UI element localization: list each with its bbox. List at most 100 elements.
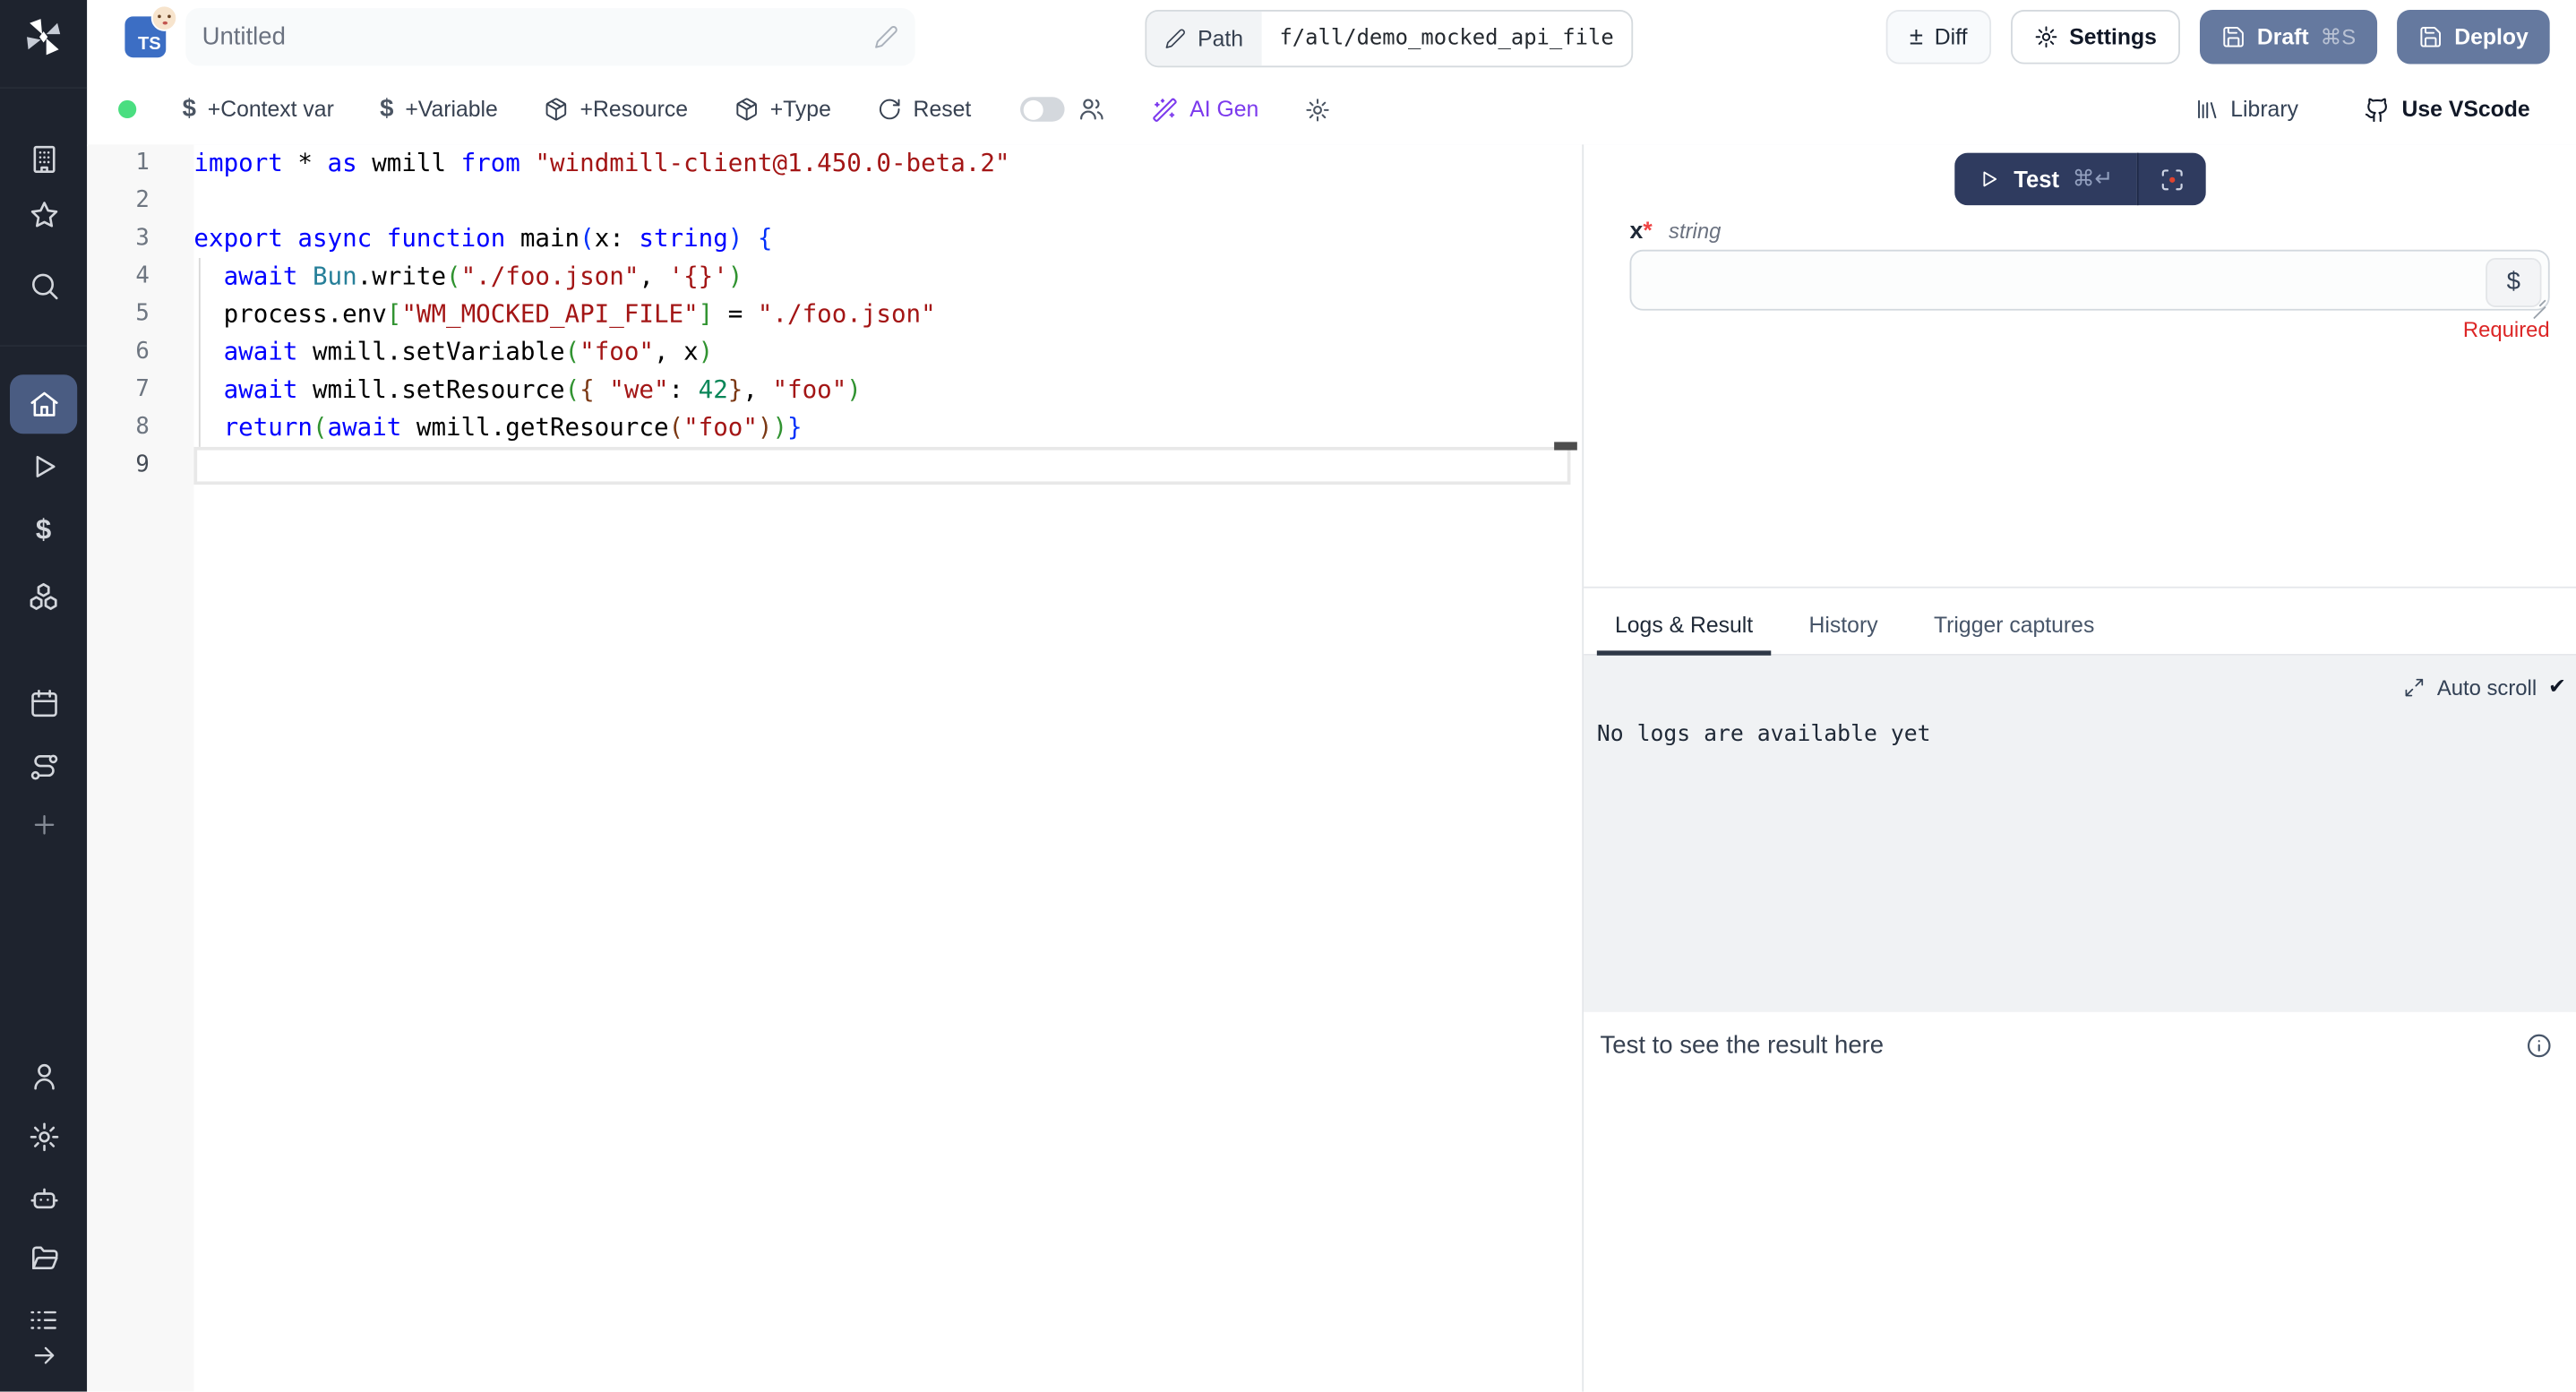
code-line[interactable]: return(await wmill.getResource("foo"))} [193, 409, 1582, 447]
diff-mode-toggle[interactable] [1020, 97, 1065, 122]
test-form-area: Test ⌘↵ x* string [1584, 144, 2576, 588]
code-line[interactable] [193, 183, 1582, 220]
overview-ruler-cursor-marker [1554, 442, 1577, 450]
code-line[interactable]: await wmill.setVariable("foo", x) [193, 333, 1582, 371]
code-line[interactable] [193, 447, 1582, 485]
multiplayer-users-icon[interactable] [1078, 95, 1105, 123]
info-icon[interactable] [2525, 1032, 2553, 1060]
no-logs-text: No logs are available yet [1597, 721, 1931, 747]
edit-title-pencil-icon[interactable] [874, 25, 899, 50]
draft-shortcut: ⌘S [2320, 24, 2356, 50]
sidebar-item-schedules[interactable] [0, 675, 87, 731]
gear-icon [1305, 96, 1331, 122]
test-button[interactable]: Test ⌘↵ [1954, 153, 2136, 206]
required-message: Required [2463, 317, 2550, 342]
sidebar-item-expand[interactable] [0, 1328, 87, 1383]
workspace-icon [27, 143, 60, 176]
bun-baby-emoji-icon [151, 5, 177, 31]
argument-type: string [1669, 219, 1721, 244]
code-editor[interactable]: 123456789 import * as wmill from "windmi… [87, 144, 1582, 1391]
script-title-field[interactable]: Untitled [185, 8, 914, 65]
logs-area: Auto scroll ✔ No logs are available yet [1584, 656, 2576, 1012]
code-line[interactable]: import * as wmill from "windmill-client@… [193, 144, 1582, 182]
sidebar-item-folders[interactable] [0, 1231, 87, 1286]
reset-button[interactable]: Reset [877, 97, 971, 122]
library-button[interactable]: Library [2194, 97, 2298, 122]
line-number: 1 [87, 144, 150, 182]
sidebar-item-workspace[interactable] [0, 132, 87, 187]
sidebar-item-create[interactable] [0, 797, 87, 853]
folders-icon [27, 1242, 60, 1276]
content-row: 123456789 import * as wmill from "windmi… [87, 144, 2576, 1391]
wand-sparkles-icon [1152, 96, 1178, 122]
add-variable-button[interactable]: $ +Variable [380, 95, 498, 123]
sidebar-divider [0, 87, 87, 89]
draft-button[interactable]: Draft ⌘S [2200, 10, 2377, 64]
sidebar-item-workers[interactable] [0, 1170, 87, 1225]
sidebar-item-routes[interactable] [0, 739, 87, 795]
result-area: Test to see the result here [1584, 1012, 2576, 1392]
result-placeholder: Test to see the result here [1601, 1032, 1885, 1060]
typescript-badge-label: TS [138, 35, 161, 55]
line-number: 5 [87, 296, 150, 333]
code-line[interactable]: await wmill.setResource({ "we": 42}, "fo… [193, 372, 1582, 409]
resize-handle[interactable] [2532, 292, 2547, 307]
use-vscode-button[interactable]: Use VScode [2364, 96, 2529, 122]
add-context-var-button[interactable]: $ +Context var [183, 95, 334, 123]
settings-gear-icon [27, 1121, 60, 1154]
path-value: f/all/demo_mocked_api_file [1261, 12, 1632, 66]
line-number: 3 [87, 220, 150, 258]
package-icon [544, 97, 569, 122]
edit-path-pencil-icon [1164, 28, 1186, 49]
expand-arrow-icon [29, 1341, 58, 1371]
add-resource-button[interactable]: +Resource [544, 97, 688, 122]
top-actions: ± Diff Settings Draft ⌘S Deploy [1886, 10, 2550, 64]
test-capture-button[interactable] [2136, 153, 2205, 206]
search-icon [27, 270, 60, 303]
sidebar-item-home[interactable] [10, 374, 77, 434]
diff-button[interactable]: ± Diff [1886, 10, 1990, 64]
sidebar-item-search[interactable] [0, 258, 87, 314]
sidebar-item-settings[interactable] [0, 1109, 87, 1164]
home-icon [27, 388, 60, 421]
package-icon [734, 97, 759, 122]
code-line[interactable]: process.env["WM_MOCKED_API_FILE"] = "./f… [193, 296, 1582, 333]
argument-input[interactable] [1631, 252, 2547, 309]
plus-minus-icon: ± [1910, 25, 1923, 50]
user-icon [27, 1060, 60, 1093]
argument-name: x* [1630, 219, 1653, 245]
windmill-app: $ [0, 0, 2576, 1392]
windmill-logo-icon[interactable] [21, 15, 66, 60]
deploy-button[interactable]: Deploy [2397, 10, 2550, 64]
script-settings-gear-button[interactable] [1305, 96, 1331, 122]
auto-scroll-toggle[interactable]: Auto scroll ✔ [2404, 674, 2566, 700]
sidebar-item-runs[interactable] [0, 439, 87, 494]
ai-gen-button[interactable]: AI Gen [1152, 96, 1258, 122]
plus-icon [29, 810, 58, 839]
settings-button[interactable]: Settings [2010, 10, 2179, 64]
status-dot [118, 100, 136, 118]
test-shortcut: ⌘↵ [2073, 166, 2114, 192]
editor-toolbar: $ +Context var $ +Variable +Resource +Ty… [87, 74, 2576, 147]
play-icon [1978, 168, 2001, 191]
sidebar-item-user[interactable] [0, 1048, 87, 1104]
check-icon: ✔ [2548, 674, 2566, 700]
variables-dollar-icon: $ [36, 514, 51, 547]
tab-logs-result[interactable]: Logs & Result [1597, 613, 1772, 654]
sidebar-item-resources[interactable] [0, 569, 87, 624]
tab-history[interactable]: History [1790, 613, 1895, 654]
favorites-star-icon [27, 199, 60, 232]
add-type-button[interactable]: +Type [734, 97, 831, 122]
code-content[interactable]: import * as wmill from "windmill-client@… [193, 144, 1582, 485]
path-edit-button[interactable]: Path [1146, 12, 1261, 66]
required-asterisk: * [1643, 219, 1652, 245]
sidebar-item-favorites[interactable] [0, 187, 87, 243]
routes-icon [27, 751, 60, 784]
path-chip[interactable]: Path f/all/demo_mocked_api_file [1145, 10, 1633, 67]
code-line[interactable]: export async function main(x: string) { [193, 220, 1582, 258]
refresh-icon [877, 97, 902, 122]
sidebar-item-variables[interactable]: $ [0, 503, 87, 558]
tab-trigger-captures[interactable]: Trigger captures [1916, 613, 2113, 654]
code-line[interactable]: await Bun.write("./foo.json", '{}') [193, 258, 1582, 296]
line-number: 8 [87, 409, 150, 447]
